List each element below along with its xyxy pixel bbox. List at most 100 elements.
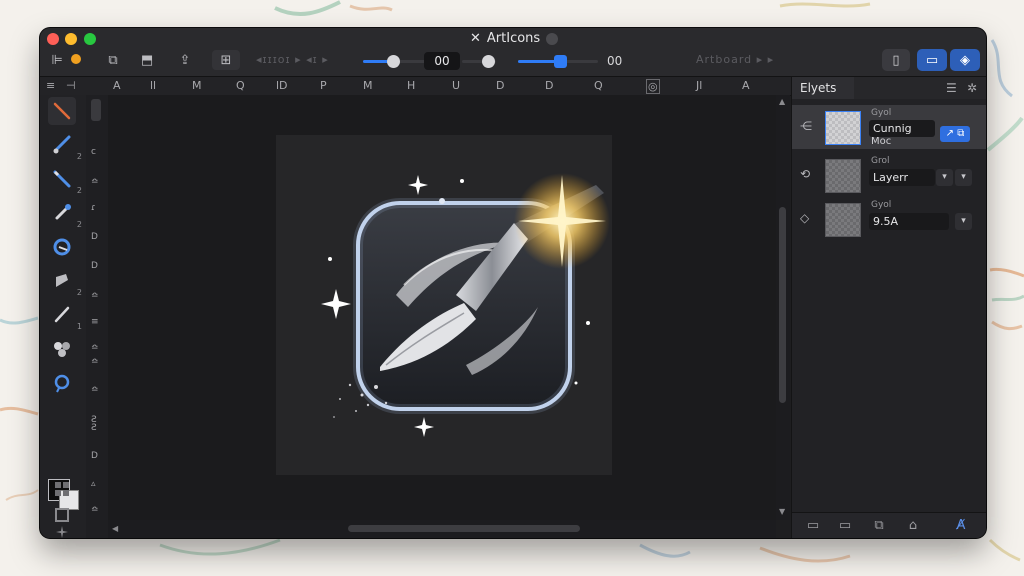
brush-size-slider[interactable]	[363, 55, 427, 68]
zoom-window-button[interactable]	[84, 33, 96, 45]
layer-visibility-icon[interactable]: ⟲	[800, 167, 810, 181]
panel-settings-icon[interactable]: ✲	[967, 81, 977, 95]
layer-options-button[interactable]: ▾	[955, 169, 972, 186]
artboard[interactable]	[276, 135, 612, 475]
sparkle-tool[interactable]	[48, 525, 76, 538]
stack-icon[interactable]: ⬒	[136, 50, 158, 70]
record-indicator	[71, 54, 81, 64]
layer-blend-mode: Moc	[871, 136, 892, 147]
flow-slider-fill	[518, 60, 558, 63]
tool-count: 1	[76, 322, 82, 331]
scroll-left-arrow-icon[interactable]: ◀	[112, 524, 118, 533]
vertical-scroll-thumb[interactable]	[779, 207, 786, 403]
panel-footer: ▭ ▭ ⧉ ⌂ A̸	[792, 512, 986, 538]
flow-value[interactable]: 00	[607, 52, 622, 70]
flow-slider[interactable]	[518, 55, 598, 68]
tools-palette: 2 2 2 2 1	[40, 95, 87, 538]
opacity-mini-slider-knob[interactable]	[482, 55, 495, 68]
ruler-label: M	[192, 79, 202, 92]
smudge-tool[interactable]	[48, 233, 76, 261]
panel-menu-icon[interactable]: ☰	[946, 81, 957, 95]
vertical-ruler: c ≏ ɾ D D ≏ ≡ ≏ ≏ ≏ Ƨ Ƨ D ▵ ≏	[86, 95, 109, 538]
disabled-artboard-controls: Artboard ▸ ▸	[696, 53, 775, 66]
layer-thumbnail	[825, 203, 861, 237]
export-icon[interactable]: ⇪	[174, 50, 196, 70]
scroll-down-arrow-icon[interactable]: ▼	[779, 507, 785, 516]
brush-size-slider-knob[interactable]	[387, 55, 400, 68]
layer-opacity-field[interactable]: 9.5A	[869, 213, 949, 230]
panel-tab-layers[interactable]: Elyets	[792, 77, 854, 99]
panel-header: Elyets ☰ ✲	[792, 77, 986, 99]
vertical-ruler-label: ▵	[91, 479, 96, 489]
layers-view-button[interactable]: ▭	[917, 49, 947, 71]
ruler-label: D	[496, 79, 505, 92]
ruler-label: Jl	[696, 79, 703, 92]
pencil-tool-icon	[53, 170, 71, 188]
flow-slider-knob[interactable]	[554, 55, 567, 68]
brush-size-value[interactable]: 00	[424, 52, 460, 70]
blend-tool[interactable]: 2	[48, 267, 82, 297]
sidebar-toggle-button[interactable]: ⊫	[46, 50, 68, 70]
title-bar: ✕ ArtIcons ⊫ ⧉ ⬒ ⇪ ⊞ ◂ɪɪɪoɪ ▸ ◂ɪ ▸ 00 00…	[40, 28, 986, 77]
knife-tool[interactable]: 1	[48, 301, 82, 331]
tool-count: 2	[76, 288, 82, 297]
vertical-ruler-label: D	[91, 261, 98, 271]
layer-options-button[interactable]: ▾	[955, 213, 972, 230]
layer-name-field[interactable]: Layerr	[869, 169, 935, 186]
vertical-scrollbar[interactable]: ▲ ▼	[776, 95, 790, 520]
horizontal-scrollbar[interactable]: ◀	[108, 520, 776, 538]
vertical-ruler-label: ≡	[91, 317, 99, 327]
text-style-icon[interactable]: A̸	[952, 518, 970, 534]
ruler-handle[interactable]	[91, 99, 101, 121]
dropper-tool[interactable]: 2	[48, 199, 82, 229]
document-icon[interactable]: ⧉	[102, 50, 124, 70]
ruler-label: A	[742, 79, 750, 92]
layer-row[interactable]: ⋲ Gyol Cunnig Moc ↗ ⧉	[792, 105, 986, 149]
pen-tool[interactable]	[48, 97, 76, 125]
dropper-tool-icon	[55, 204, 71, 220]
lasso-tool[interactable]	[48, 369, 76, 397]
clipboard-icon[interactable]: ▯	[882, 49, 910, 71]
ruler-collapse-icon[interactable]: ⊣	[66, 79, 76, 92]
new-folder-icon[interactable]: ▭	[804, 518, 822, 534]
layer-visibility-icon[interactable]: ⋲	[800, 119, 812, 133]
info-icon	[546, 32, 559, 45]
layers-panel: Elyets ☰ ✲ ⋲ Gyol Cunnig Moc ↗ ⧉ ⟲ Grol …	[791, 77, 986, 538]
ruler-label: lD	[276, 79, 288, 92]
app-window: ✕ ArtIcons ⊫ ⧉ ⬒ ⇪ ⊞ ◂ɪɪɪoɪ ▸ ◂ɪ ▸ 00 00…	[40, 28, 986, 538]
shapes-tool[interactable]	[48, 335, 76, 363]
brush-tool[interactable]: 2	[48, 131, 82, 161]
shapes-tool-icon	[54, 342, 70, 357]
layer-row[interactable]: ◇ Gyol 9.5A ▾	[792, 197, 986, 241]
layer-thumbnail	[825, 111, 861, 145]
grid-tool[interactable]	[48, 475, 76, 503]
minimize-window-button[interactable]	[65, 33, 77, 45]
ruler-label: M	[363, 79, 373, 92]
layer-link-button[interactable]: ↗ ⧉	[940, 126, 970, 142]
layer-dropdown-button[interactable]: ▾	[936, 169, 953, 186]
ruler-origin-icon[interactable]: ◎	[646, 79, 660, 94]
duplicate-folder-icon[interactable]: ▭	[836, 518, 854, 534]
lasso-tool-icon	[54, 374, 70, 393]
crop-tool-icon	[55, 508, 69, 522]
disabled-nav-controls: ◂ɪɪɪoɪ ▸ ◂ɪ ▸	[256, 53, 329, 66]
frame-tool-button[interactable]: ⊞	[212, 50, 240, 70]
layer-row[interactable]: ⟲ Grol Layerr ▾ ▾	[792, 153, 986, 197]
copy-layer-icon[interactable]: ⧉	[870, 518, 888, 534]
lock-layer-icon[interactable]: ⌂	[904, 518, 922, 534]
ruler-label: A	[113, 79, 121, 92]
canvas-area[interactable]	[108, 95, 776, 520]
tool-count: 2	[76, 152, 82, 161]
ruler-label: Q	[594, 79, 603, 92]
pencil-tool[interactable]: 2	[48, 165, 82, 195]
scroll-up-arrow-icon[interactable]: ▲	[779, 97, 785, 106]
layer-name-field[interactable]: Cunnig	[869, 120, 935, 137]
tool-count: 2	[76, 186, 82, 195]
ruler-menu-icon[interactable]: ≡	[46, 79, 55, 92]
horizontal-scroll-thumb[interactable]	[348, 525, 580, 532]
vertical-ruler-label: ≏	[91, 343, 99, 353]
layer-visibility-icon[interactable]: ◇	[800, 211, 809, 225]
shapes-view-button[interactable]: ◈	[950, 49, 980, 71]
close-window-button[interactable]	[47, 33, 59, 45]
opacity-mini-slider[interactable]	[462, 55, 496, 68]
